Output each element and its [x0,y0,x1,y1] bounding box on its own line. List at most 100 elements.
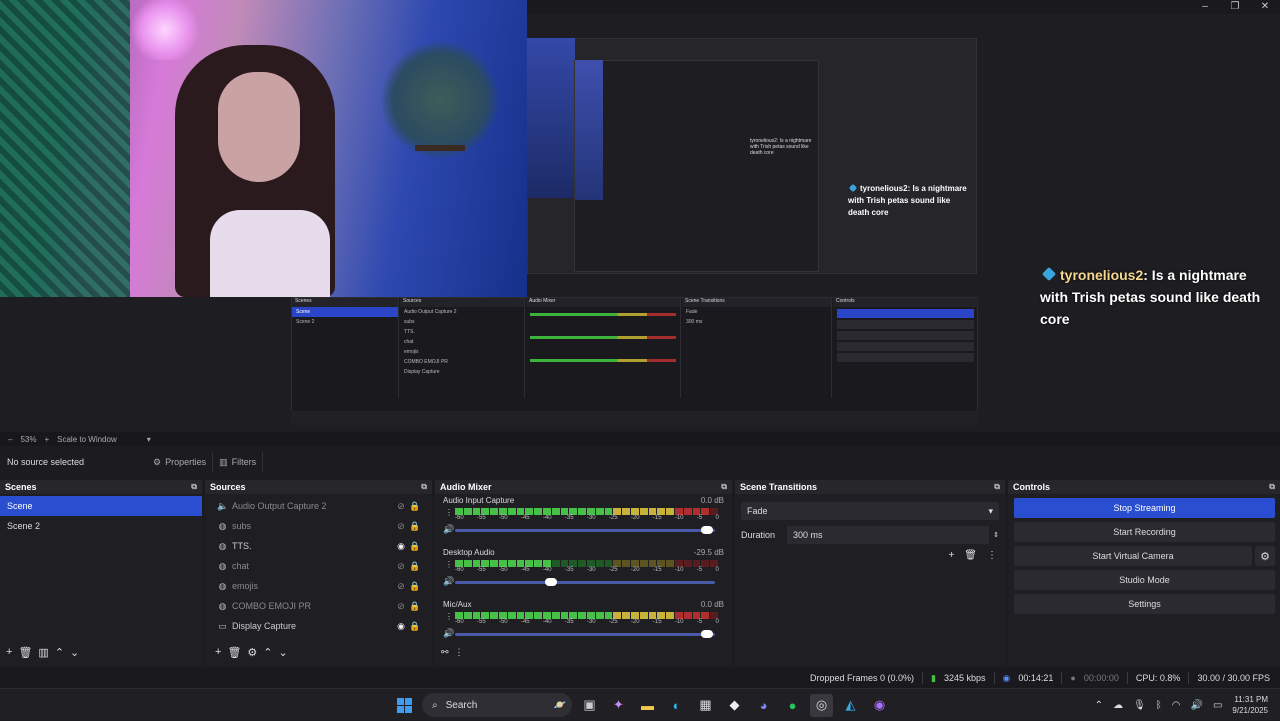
add-icon[interactable]: + [215,646,221,658]
microphone-icon[interactable]: 🎙 [1133,700,1146,711]
taskbar-search[interactable]: ⌕ Search 🪐 [422,693,572,717]
lock-icon[interactable]: 🔒 [408,541,422,552]
source-item[interactable]: ◍ COMBO EMOJI PR ⊘ 🔒 [205,596,432,616]
discord-icon[interactable]: ◕ [752,694,775,717]
source-item[interactable]: ◍ subs ⊘ 🔒 [205,516,432,536]
channel-menu-icon[interactable]: ⋮ [445,560,453,569]
source-item[interactable]: ◍ chat ⊘ 🔒 [205,556,432,576]
eye-hidden-icon[interactable]: ⊘ [394,521,408,532]
trash-icon[interactable]: 🗑 [227,646,241,659]
speaker-icon[interactable]: 🔊 [443,524,454,535]
float-icon[interactable]: ⧉ [994,482,1000,492]
trash-icon[interactable]: 🗑 [964,550,977,561]
properties-button[interactable]: ⚙ Properties [147,452,214,472]
settings-button[interactable]: Settings [1014,594,1275,614]
lock-icon[interactable]: 🔒 [408,621,422,632]
restore-button[interactable]: ❐ [1220,0,1250,14]
gear-icon[interactable]: ⚙ [247,646,257,659]
eye-hidden-icon[interactable]: ⊘ [394,581,408,592]
source-item[interactable]: ◍ emojis ⊘ 🔒 [205,576,432,596]
volume-slider-knob[interactable] [545,578,558,586]
scene-item[interactable]: Scene [0,496,202,516]
meter-segment [595,508,604,515]
eye-icon[interactable]: ◉ [394,541,408,552]
speaker-icon[interactable]: 🔊 [443,576,454,587]
spotify-icon[interactable]: ● [781,694,804,717]
eye-icon[interactable]: ◉ [394,621,408,632]
float-icon[interactable]: ⧉ [1269,482,1275,492]
wifi-icon[interactable]: ◠ [1172,700,1181,711]
lock-icon[interactable]: 🔒 [408,561,422,572]
obs-icon[interactable]: ◎ [810,693,833,717]
program-preview[interactable]: tyronelious2: Is a nightmare with Trish … [0,0,1280,432]
scale-mode-dropdown-icon[interactable]: ▾ [147,435,151,444]
transition-select[interactable]: Fade ▾ [741,502,999,520]
speaker-icon[interactable]: 🔊 [443,628,454,639]
scene-item[interactable]: Scene 2 [0,516,202,536]
eye-hidden-icon[interactable]: ⊘ [394,561,408,572]
move-up-icon[interactable]: ⌃ [55,646,64,659]
menu-icon[interactable]: ⋮ [455,647,464,658]
close-button[interactable]: ✕ [1250,0,1280,14]
lock-icon[interactable]: 🔒 [408,581,422,592]
copilot-icon[interactable]: ✦ [607,694,630,717]
move-up-icon[interactable]: ⌃ [263,646,272,659]
source-item[interactable]: 🔈 Audio Output Capture 2 ⊘ 🔒 [205,496,432,516]
window-titlebar: – ❐ ✕ [527,0,1280,14]
app-icon[interactable]: ◭ [839,694,862,717]
volume-slider[interactable] [455,526,715,534]
stop-streaming-button[interactable]: Stop Streaming [1014,498,1275,518]
spinner-icon[interactable]: ⇕ [993,531,999,539]
eye-hidden-icon[interactable]: ⊘ [394,601,408,612]
move-down-icon[interactable]: ⌄ [70,646,79,659]
duration-input[interactable]: 300 ms [787,526,990,544]
add-icon[interactable]: + [6,646,12,658]
store-icon[interactable]: ▦ [694,694,717,717]
volume-icon[interactable]: 🔊 [1191,700,1203,711]
edge-icon[interactable]: ◐ [665,694,688,717]
menu-icon[interactable]: ⋮ [987,550,997,561]
float-icon[interactable]: ⧉ [721,482,727,492]
chevron-up-icon[interactable]: ⌃ [1095,700,1103,711]
float-icon[interactable]: ⧉ [191,482,197,492]
move-down-icon[interactable]: ⌄ [279,646,288,659]
channel-db: -29.5 dB [693,547,724,557]
eye-hidden-icon[interactable]: ⊘ [394,501,408,512]
source-label: COMBO EMOJI PR [232,601,312,611]
channel-menu-icon[interactable]: ⋮ [445,508,453,517]
lock-icon[interactable]: 🔒 [408,501,422,512]
add-icon[interactable]: + [948,550,954,561]
chatgpt-icon[interactable]: ◆ [723,694,746,717]
filter-icon[interactable]: ▥ [38,646,48,659]
source-item[interactable]: ◍ TTS. ◉ 🔒 [205,536,432,556]
task-view-icon[interactable]: ▣ [578,694,601,717]
gear-icon[interactable]: ⚙ [1255,546,1275,566]
minimize-button[interactable]: – [1190,0,1220,14]
channel-menu-icon[interactable]: ⋮ [445,612,453,621]
volume-slider-knob[interactable] [701,630,714,638]
cloud-icon[interactable]: ☁ [1113,700,1123,711]
studio-mode-button[interactable]: Studio Mode [1014,570,1275,590]
filters-button[interactable]: ▥ Filters [213,452,264,472]
volume-slider-knob[interactable] [701,526,714,534]
zoom-out-button[interactable]: – [8,435,12,444]
meter-segment [710,560,718,567]
link-icon[interactable]: ⚯ [441,647,449,658]
start-recording-button[interactable]: Start Recording [1014,522,1275,542]
lock-icon[interactable]: 🔒 [408,601,422,612]
source-item[interactable]: ▭ Display Capture ◉ 🔒 [205,616,432,636]
volume-slider[interactable] [455,630,715,638]
twitch-icon[interactable]: ◉ [868,694,891,717]
trash-icon[interactable]: 🗑 [18,646,32,659]
lock-icon[interactable]: 🔒 [408,521,422,532]
nested-scenes-title: Scenes [292,298,398,307]
clock[interactable]: 11:31 PM 9/21/2025 [1232,694,1268,716]
start-virtual-camera-button[interactable]: Start Virtual Camera [1014,546,1252,566]
start-button[interactable] [393,694,416,717]
battery-icon[interactable]: ▭ [1213,700,1222,711]
float-icon[interactable]: ⧉ [421,482,427,492]
bluetooth-icon[interactable]: ᛒ [1156,700,1162,711]
volume-slider[interactable] [455,578,715,586]
zoom-in-button[interactable]: + [44,435,49,444]
file-explorer-icon[interactable]: ▬ [636,694,659,717]
